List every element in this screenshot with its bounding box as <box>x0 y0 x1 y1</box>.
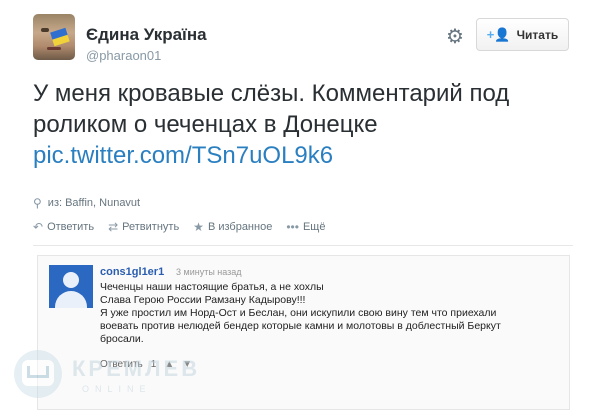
retweet-label: Ретвитнуть <box>122 221 180 233</box>
tweet-body: У меня кровавые слёзы. Комментарий под р… <box>33 80 510 138</box>
reply-action[interactable]: ↶ Ответить <box>33 220 94 234</box>
retweet-icon: ⇄ <box>108 220 119 234</box>
author-avatar[interactable] <box>33 14 75 60</box>
more-label: Ещё <box>302 221 326 233</box>
favorite-action[interactable]: ★ В избранное <box>193 220 272 234</box>
follow-button-label: Читать <box>516 27 559 42</box>
comment-line: воевать против нелюдей бендер которые ка… <box>100 320 501 332</box>
watermark-logo-icon <box>14 350 62 398</box>
tweet-media-link[interactable]: pic.twitter.com/TSn7uOL9k6 <box>33 142 333 169</box>
comment-author-name: cons1gl1er1 <box>100 266 165 278</box>
reply-label: Ответить <box>47 221 95 233</box>
comment-author-avatar <box>49 265 93 308</box>
comment-line: Чеченцы наши настоящие братья, а не хохл… <box>100 281 324 293</box>
tweet-header: Єдина Україна @pharaon01 ⚙ +👤 Читать <box>33 14 573 66</box>
more-action[interactable]: ••• Ещё <box>286 220 325 234</box>
add-user-icon: +👤 <box>486 26 511 42</box>
comment-line: Слава Герою России Рамзану Кадырову!!! <box>100 294 306 306</box>
tweet-actions: ↶ Ответить ⇄ Ретвитнуть ★ В избранное ••… <box>33 220 325 234</box>
comment-timestamp: 3 минуты назад <box>176 267 242 277</box>
comment-line: Я уже простил им Норд-Ост и Беслан, они … <box>100 307 497 319</box>
favorite-label: В избранное <box>207 221 273 233</box>
retweet-action[interactable]: ⇄ Ретвитнуть <box>108 220 179 234</box>
location-label: из: Baffin, Nunavut <box>47 197 141 209</box>
author-full-name[interactable]: Єдина Україна <box>86 25 207 45</box>
comment-line: бросали. <box>100 333 144 345</box>
watermark-subtext: ONLINE <box>82 384 152 394</box>
comment-text: Чеченцы наши настоящие братья, а не хохл… <box>100 281 560 346</box>
star-icon: ★ <box>193 220 204 234</box>
gear-icon[interactable]: ⚙ <box>445 27 465 47</box>
follow-button[interactable]: +👤 Читать <box>476 18 569 51</box>
tweet-text: У меня кровавые слёзы. Комментарий под р… <box>33 78 578 171</box>
divider <box>33 245 573 246</box>
watermark: КРЕМЛЕВ ONLINE <box>10 346 310 406</box>
location-pin-icon: ⚲ <box>33 196 42 210</box>
more-dots-icon: ••• <box>286 220 299 234</box>
watermark-text: КРЕМЛЕВ <box>72 356 201 381</box>
reply-icon: ↶ <box>33 220 44 234</box>
tweet-location[interactable]: ⚲ из: Baffin, Nunavut <box>33 196 140 210</box>
author-handle[interactable]: @pharaon01 <box>86 48 161 63</box>
